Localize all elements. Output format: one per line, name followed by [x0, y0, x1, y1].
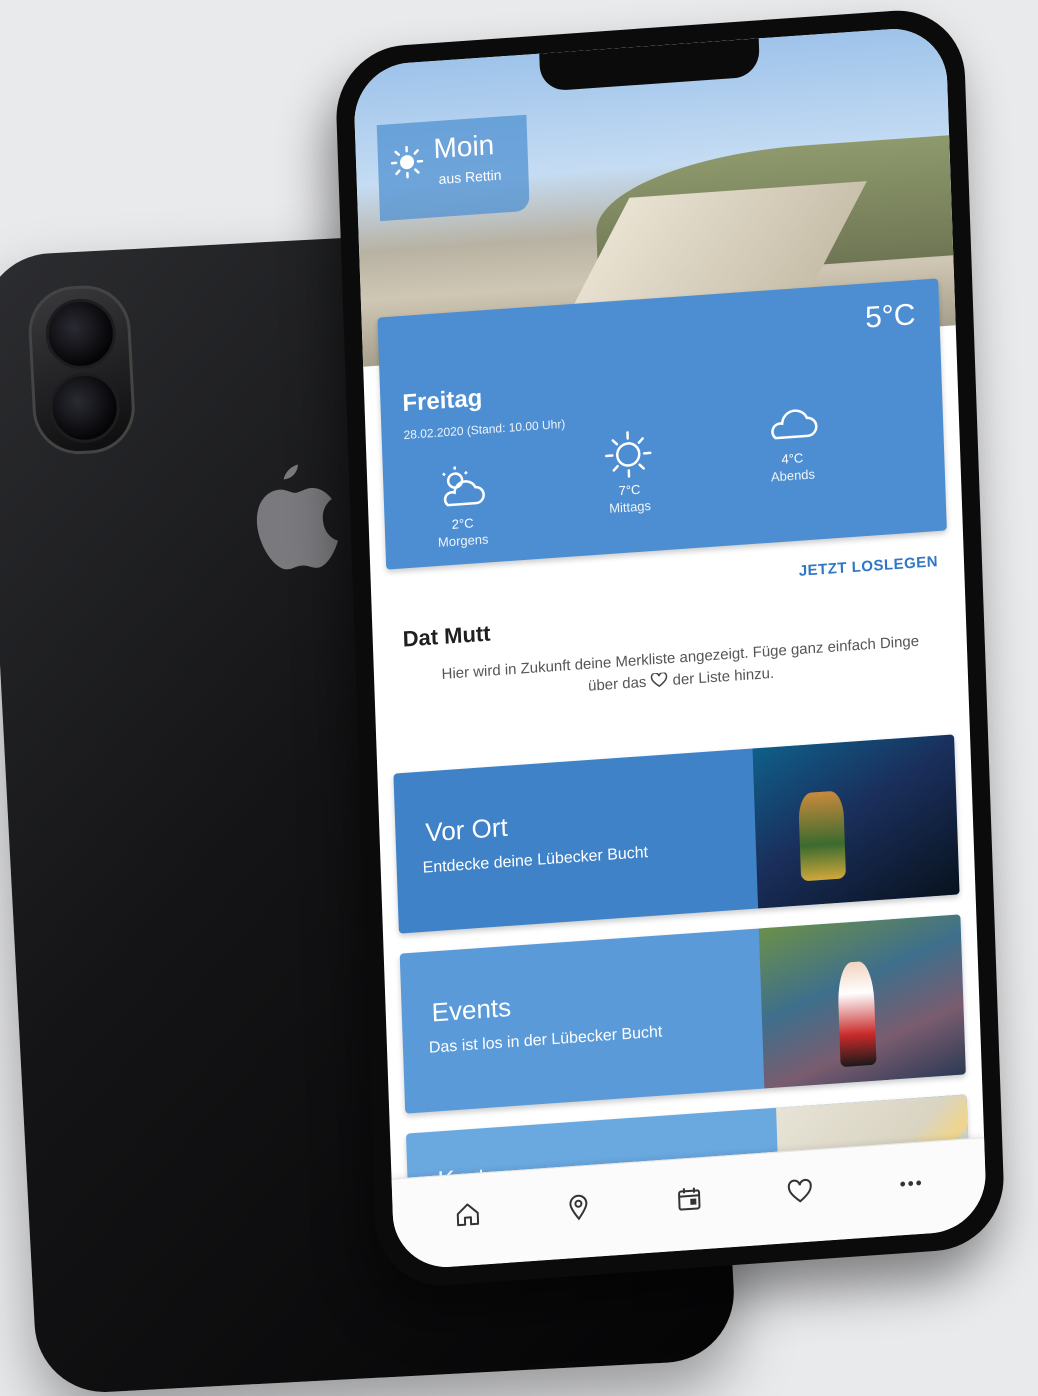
forecast-morning: 2°C Morgens — [401, 460, 524, 552]
card-subtitle: Entdecke deine Lübecker Bucht — [422, 844, 648, 878]
calendar-icon — [675, 1184, 704, 1214]
more-icon — [896, 1168, 925, 1198]
greeting-badge: Moin aus Rettin — [377, 115, 530, 221]
front-phone: Moin aus Rettin 5°C Freitag 28.02.2020 (… — [334, 6, 1006, 1290]
current-temperature: 5°C — [865, 298, 916, 336]
aquarium-photo — [752, 734, 959, 908]
rear-camera — [26, 283, 137, 456]
tab-more[interactable] — [885, 1157, 935, 1208]
forecast-evening: 4°C Abends — [730, 395, 853, 487]
fine-print — [285, 1090, 365, 1094]
apple-logo-icon — [240, 458, 346, 583]
partly-cloudy-icon — [433, 462, 491, 514]
weather-day: Freitag — [402, 384, 483, 418]
jetzt-loslegen-link[interactable]: JETZT LOSLEGEN — [799, 553, 939, 580]
home-icon — [454, 1199, 483, 1229]
forecast-midday: 7°C Mittags — [568, 426, 691, 518]
greeting-title: Moin — [433, 129, 495, 165]
event-photo — [758, 914, 965, 1088]
tab-events[interactable] — [664, 1173, 714, 1224]
card-subtitle: Das ist los in der Lübecker Bucht — [429, 1023, 663, 1057]
tab-merkliste[interactable] — [775, 1165, 825, 1216]
sun-icon — [389, 144, 424, 180]
weather-card[interactable]: 5°C Freitag 28.02.2020 (Stand: 10.00 Uhr… — [377, 278, 946, 569]
heart-icon — [650, 672, 668, 688]
card-vor-ort[interactable]: Vor Ort Entdecke deine Lübecker Bucht — [393, 734, 959, 933]
greeting-location: aus Rettin — [438, 167, 501, 187]
app-screen: Moin aus Rettin 5°C Freitag 28.02.2020 (… — [353, 25, 988, 1270]
camera-lens-icon — [44, 297, 118, 371]
weather-date: 28.02.2020 (Stand: 10.00 Uhr) — [403, 417, 565, 442]
camera-lens-icon — [48, 371, 122, 445]
location-pin-icon — [564, 1191, 593, 1221]
heart-icon — [785, 1176, 814, 1206]
card-title: Events — [431, 992, 511, 1029]
merkliste-section: JETZT LOSLEGEN Dat Mutt Hier wird in Zuk… — [371, 545, 969, 756]
card-events[interactable]: Events Das ist los in der Lübecker Bucht — [400, 914, 966, 1113]
sun-icon — [599, 428, 657, 480]
card-title: Vor Ort — [425, 812, 508, 849]
tab-home[interactable] — [443, 1188, 493, 1239]
merkliste-title: Dat Mutt — [402, 620, 491, 652]
cloud-icon — [762, 397, 820, 449]
merkliste-hint: Hier wird in Zukunft deine Merkliste ang… — [434, 630, 928, 708]
tab-map[interactable] — [554, 1181, 604, 1232]
